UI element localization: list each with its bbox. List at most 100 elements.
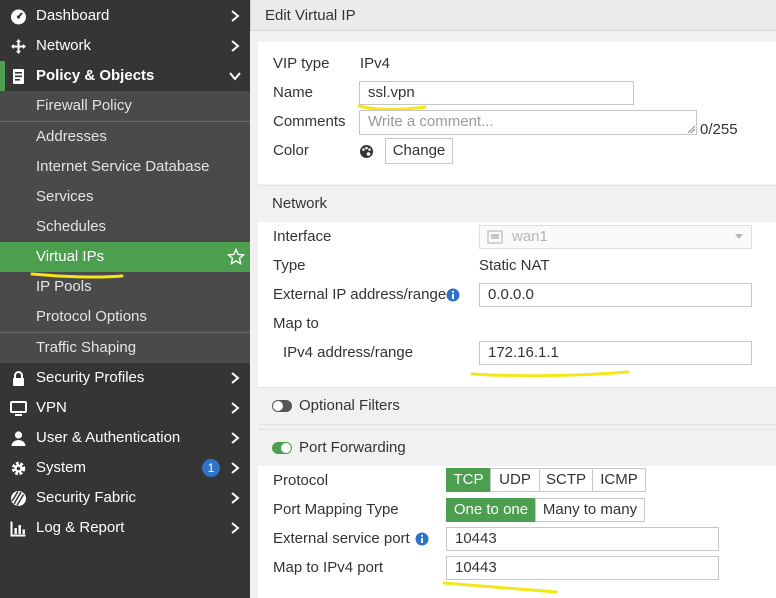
name-label: Name <box>273 84 314 101</box>
chevron-right-icon <box>231 10 240 22</box>
protocol-tcp[interactable]: TCP <box>446 468 491 492</box>
subnav-firewall-policy[interactable]: Firewall Policy <box>0 91 250 121</box>
chevron-right-icon <box>231 462 240 474</box>
nav-log-report[interactable]: Log & Report <box>0 513 250 543</box>
nav-policy-objects[interactable]: Policy & Objects <box>0 61 250 91</box>
map-to-label: Map to <box>273 315 319 332</box>
external-ip-label: External IP address/range <box>273 286 447 303</box>
subnav-virtual-ips[interactable]: Virtual IPs <box>0 242 250 272</box>
nav-network[interactable]: Network <box>0 31 250 61</box>
nav-label: Security Profiles <box>36 369 145 386</box>
protocol-label: Protocol <box>273 472 329 489</box>
nav-label: User & Authentication <box>36 429 181 446</box>
comments-counter: 0/255 <box>700 121 738 138</box>
fabric-icon <box>10 490 27 507</box>
chevron-right-icon <box>231 372 240 384</box>
nav-label: Security Fabric <box>36 489 137 506</box>
protocol-udp[interactable]: UDP <box>490 468 540 492</box>
external-port-label: External service port <box>273 530 410 547</box>
policy-icon <box>10 68 27 85</box>
subnav-ip-pools[interactable]: IP Pools <box>0 272 250 302</box>
nav-label: Policy & Objects <box>36 67 155 84</box>
dashboard-icon <box>10 8 27 25</box>
toggle-knob <box>273 401 283 411</box>
ipv4-range-label: IPv4 address/range <box>283 344 414 361</box>
chevron-right-icon <box>231 402 240 414</box>
resize-handle-icon[interactable] <box>687 125 696 134</box>
nav-label: Log & Report <box>36 519 125 536</box>
chevron-right-icon <box>231 40 240 52</box>
optional-filters-toggle[interactable] <box>272 400 292 412</box>
name-input[interactable]: ssl.vpn <box>359 81 634 105</box>
page-header: Edit Virtual IP <box>250 0 776 31</box>
comments-label: Comments <box>273 113 346 130</box>
comments-textarea[interactable]: Write a comment... <box>359 110 697 135</box>
star-icon[interactable] <box>227 248 245 266</box>
subnav-label: IP Pools <box>36 278 92 295</box>
subnav-label: Schedules <box>36 218 107 235</box>
palette-icon <box>360 145 373 158</box>
subnav-label: Services <box>36 188 94 205</box>
map-port-label: Map to IPv4 port <box>273 559 384 576</box>
color-label: Color <box>273 142 309 159</box>
nav-label: Dashboard <box>36 7 110 24</box>
protocol-sctp[interactable]: SCTP <box>539 468 593 492</box>
sidebar: Dashboard Network Policy & Objects Firew… <box>0 0 250 598</box>
subnav-label: Internet Service Database <box>36 158 210 175</box>
map-port-input[interactable]: 10443 <box>446 556 719 580</box>
port-mapping-type-label: Port Mapping Type <box>273 501 399 518</box>
chevron-down-icon <box>229 72 241 81</box>
toggle-knob <box>281 443 291 453</box>
subnav-label: Firewall Policy <box>36 97 132 114</box>
section-title: Network <box>272 195 328 212</box>
change-color-button[interactable]: Change <box>385 138 453 164</box>
lock-icon <box>10 370 27 387</box>
nav-user-authentication[interactable]: User & Authentication <box>0 423 250 453</box>
network-icon <box>10 38 27 55</box>
nav-vpn[interactable]: VPN <box>0 393 250 423</box>
network-section-header: Network <box>258 185 776 223</box>
subnav-label: Traffic Shaping <box>36 339 137 356</box>
info-icon[interactable] <box>446 288 460 302</box>
subnav-label: Addresses <box>36 128 107 145</box>
nav-label: VPN <box>36 399 67 416</box>
nav-dashboard[interactable]: Dashboard <box>0 1 250 31</box>
subnav-label: Protocol Options <box>36 308 147 325</box>
chart-icon <box>10 520 27 537</box>
nav-security-fabric[interactable]: Security Fabric <box>0 483 250 513</box>
type-value: Static NAT <box>479 257 550 274</box>
user-icon <box>10 430 27 447</box>
vip-type-label: VIP type <box>273 55 330 72</box>
mapping-many-to-many[interactable]: Many to many <box>535 498 645 522</box>
type-label: Type <box>273 257 306 274</box>
chevron-right-icon <box>231 522 240 534</box>
interface-select[interactable]: wan1 <box>479 225 752 249</box>
port-forwarding-toggle[interactable] <box>272 442 292 454</box>
port-forwarding-header: Port Forwarding <box>258 429 776 467</box>
subnav-label: Virtual IPs <box>36 248 105 265</box>
caret-down-icon <box>735 234 743 239</box>
chevron-right-icon <box>231 432 240 444</box>
nav-security-profiles[interactable]: Security Profiles <box>0 363 250 393</box>
interface-port-icon <box>487 230 503 244</box>
ipv4-range-input[interactable]: 172.16.1.1 <box>479 341 752 365</box>
subnav-traffic-shaping[interactable]: Traffic Shaping <box>0 333 250 363</box>
subnav-addresses[interactable]: Addresses <box>0 122 250 152</box>
protocol-icmp[interactable]: ICMP <box>592 468 646 492</box>
subnav-schedules[interactable]: Schedules <box>0 212 250 242</box>
subnav-services[interactable]: Services <box>0 182 250 212</box>
section-title: Port Forwarding <box>299 439 406 456</box>
interface-label: Interface <box>273 228 332 245</box>
info-icon[interactable] <box>415 532 429 546</box>
subnav-internet-service-database[interactable]: Internet Service Database <box>0 152 250 182</box>
external-ip-input[interactable]: 0.0.0.0 <box>479 283 752 307</box>
nav-label: System <box>36 459 87 476</box>
external-port-input[interactable]: 10443 <box>446 527 719 551</box>
mapping-one-to-one[interactable]: One to one <box>446 498 536 522</box>
subnav-protocol-options[interactable]: Protocol Options <box>0 302 250 332</box>
notification-badge: 1 <box>202 459 220 477</box>
gear-icon <box>10 460 27 477</box>
monitor-icon <box>10 400 27 417</box>
chevron-right-icon <box>231 492 240 504</box>
vip-type-value: IPv4 <box>360 55 391 72</box>
